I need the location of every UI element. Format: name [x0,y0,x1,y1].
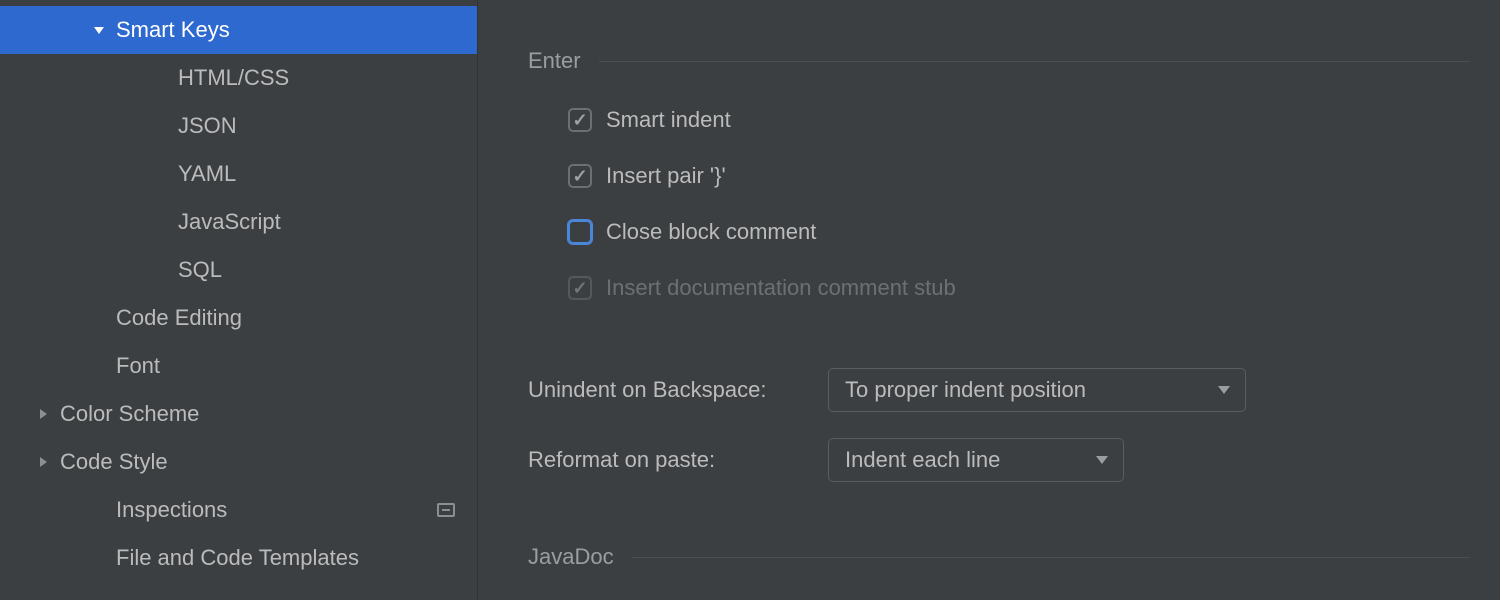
chevron-right-icon [34,408,52,420]
checkbox-icon[interactable] [568,220,592,244]
section-rule [632,557,1470,558]
section-header-javadoc: JavaDoc [528,544,1470,570]
option-label: Close block comment [606,219,816,245]
option-label: Smart indent [606,107,731,133]
sidebar-item-code-style[interactable]: Code Style [0,438,477,486]
section-header-enter: Enter [528,48,1470,74]
field-unindent-backspace: Unindent on Backspace: To proper indent … [528,368,1470,412]
sidebar-item-inspections[interactable]: Inspections [0,486,477,534]
sidebar-item-label: Smart Keys [116,17,230,43]
select-unindent-backspace[interactable]: To proper indent position [828,368,1246,412]
sidebar-item-json[interactable]: JSON [0,102,477,150]
select-value: To proper indent position [845,377,1086,403]
select-reformat-on-paste[interactable]: Indent each line [828,438,1124,482]
option-label: Insert pair '}' [606,163,726,189]
sidebar-item-file-code-templates[interactable]: File and Code Templates [0,534,477,582]
option-smart-indent[interactable]: Smart indent [568,92,1470,148]
settings-content: Enter Smart indent Insert pair '}' Close… [478,0,1500,600]
field-reformat-on-paste: Reformat on paste: Indent each line [528,438,1470,482]
dropdown-arrow-icon [1095,455,1109,465]
sidebar-item-label: Code Editing [116,305,242,331]
chevron-right-icon [34,456,52,468]
sidebar-item-label: HTML/CSS [178,65,289,91]
sidebar-item-label: File and Code Templates [116,545,359,571]
option-close-block-comment[interactable]: Close block comment [568,204,1470,260]
form-label: Unindent on Backspace: [528,377,828,403]
sidebar-item-label: JSON [178,113,237,139]
form-label: Reformat on paste: [528,447,828,473]
section-title: Enter [528,48,581,74]
sidebar-item-code-editing[interactable]: Code Editing [0,294,477,342]
sidebar-item-label: Font [116,353,160,379]
sidebar-item-javascript[interactable]: JavaScript [0,198,477,246]
section-title: JavaDoc [528,544,614,570]
chevron-down-icon [90,23,108,37]
sidebar-item-label: SQL [178,257,222,283]
checkbox-icon [568,276,592,300]
sidebar-item-font[interactable]: Font [0,342,477,390]
sidebar-item-html-css[interactable]: HTML/CSS [0,54,477,102]
settings-sidebar: Smart Keys HTML/CSS JSON YAML JavaScript… [0,0,478,600]
sidebar-item-sql[interactable]: SQL [0,246,477,294]
option-insert-pair-brace[interactable]: Insert pair '}' [568,148,1470,204]
sidebar-item-label: YAML [178,161,236,187]
sidebar-item-color-scheme[interactable]: Color Scheme [0,390,477,438]
dropdown-arrow-icon [1217,385,1231,395]
sidebar-item-smart-keys[interactable]: Smart Keys [0,6,477,54]
sidebar-item-yaml[interactable]: YAML [0,150,477,198]
scheme-icon [437,503,455,517]
option-label: Insert documentation comment stub [606,275,956,301]
sidebar-item-label: Code Style [60,449,168,475]
sidebar-item-label: JavaScript [178,209,281,235]
checkbox-icon[interactable] [568,108,592,132]
sidebar-item-label: Inspections [116,497,227,523]
option-insert-doc-stub: Insert documentation comment stub [568,260,1470,316]
sidebar-item-label: Color Scheme [60,401,199,427]
checkbox-icon[interactable] [568,164,592,188]
section-rule [599,61,1470,62]
select-value: Indent each line [845,447,1000,473]
